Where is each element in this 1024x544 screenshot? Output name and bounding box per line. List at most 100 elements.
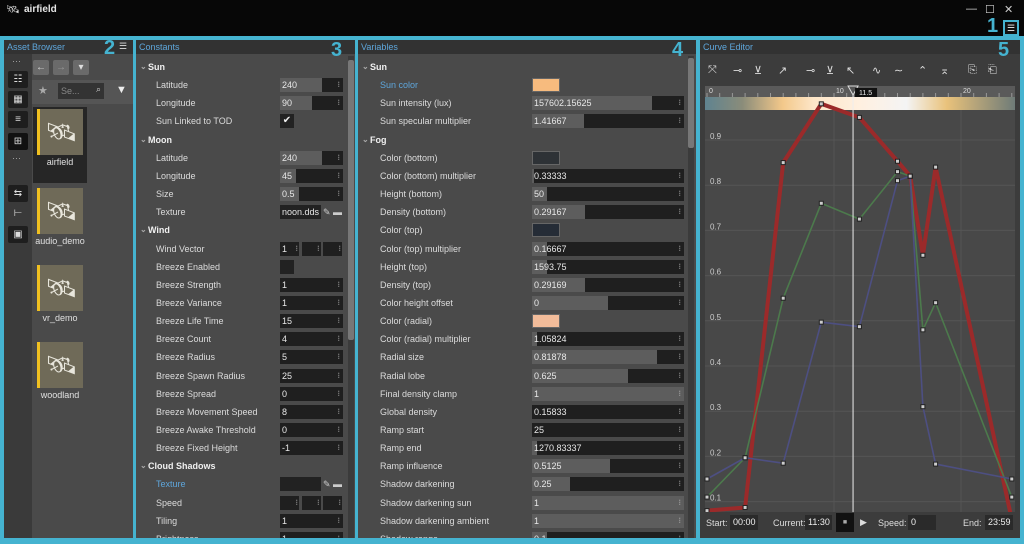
large-icons-icon[interactable]: ⊞ xyxy=(8,133,28,150)
section-header[interactable]: ⌄ Sun xyxy=(358,58,686,76)
spinner-icon[interactable]: ⁝ xyxy=(678,350,681,364)
spinner-icon[interactable]: ⁝ xyxy=(337,278,340,292)
spinner-icon[interactable]: ⁝ xyxy=(678,532,681,538)
speed-field[interactable]: 0 xyxy=(908,515,936,530)
spinner-icon[interactable]: ⁝ xyxy=(678,369,681,383)
asset-item[interactable]: 🛰 vr_demo xyxy=(33,263,87,339)
number-field[interactable]: 0 ⁝ xyxy=(280,386,343,401)
number-field[interactable]: 15 ⁝ xyxy=(280,314,343,329)
spinner-icon[interactable]: ⁝ xyxy=(337,332,340,346)
tree-icon[interactable]: ⊢ xyxy=(8,205,28,222)
sync-icon[interactable]: ⇆ xyxy=(8,185,28,202)
number-field[interactable]: 8 ⁝ xyxy=(280,404,343,419)
spinner-icon[interactable]: ⁝ xyxy=(317,242,320,256)
forward-button[interactable]: → xyxy=(53,60,69,75)
folder-icon[interactable]: ▬ xyxy=(333,203,342,221)
spinner-icon[interactable]: ⁝ xyxy=(337,405,340,419)
panel-menu-icon[interactable]: ☰ xyxy=(119,41,127,52)
number-field[interactable]: -1 ⁝ xyxy=(280,441,343,456)
section-header[interactable]: ⌄ Wind xyxy=(136,221,345,239)
spinner-icon[interactable]: ⁝ xyxy=(678,477,681,491)
checkbox[interactable] xyxy=(280,259,294,274)
number-field[interactable]: 1.41667 ⁝ xyxy=(532,114,684,129)
close-button[interactable]: ✕ xyxy=(1004,3,1013,16)
spinner-icon[interactable]: ⁝ xyxy=(295,496,298,510)
chevron-down-icon[interactable]: ⌄ xyxy=(140,221,147,239)
number-field[interactable]: 50 ⁝ xyxy=(532,187,684,202)
number-field[interactable]: 0.5 ⁝ xyxy=(280,187,343,202)
spinner-icon[interactable]: ⁝ xyxy=(678,278,681,292)
number-field[interactable]: 1⁝ xyxy=(280,277,343,292)
color-swatch[interactable] xyxy=(532,223,560,238)
folder-icon[interactable]: ▬ xyxy=(333,475,342,493)
spinner-icon[interactable]: ⁝ xyxy=(678,405,681,419)
spinner-icon[interactable]: ⁝ xyxy=(678,387,681,401)
start-field[interactable]: 00:00 xyxy=(730,515,758,530)
copy-icon[interactable]: ⎘ xyxy=(968,64,977,77)
number-field[interactable]: 90 ⁝ xyxy=(280,96,343,111)
spinner-icon[interactable]: ⁝ xyxy=(295,242,298,256)
details-icon[interactable]: ≡ xyxy=(8,111,28,128)
number-field[interactable]: 0.29167 ⁝ xyxy=(532,205,684,220)
file-field[interactable]: noon.dds xyxy=(280,205,321,220)
vector-component-field[interactable]: ⁝ xyxy=(280,495,299,510)
checkbox[interactable]: ✔ xyxy=(280,114,294,129)
number-field[interactable]: 25 ⁝ xyxy=(532,423,684,437)
spinner-icon[interactable]: ⁝ xyxy=(337,423,340,437)
spinner-icon[interactable]: ⁝ xyxy=(337,169,340,183)
number-field[interactable]: 157602.15625 ⁝ xyxy=(532,96,684,111)
asset-item[interactable]: 🛰 woodland xyxy=(33,340,87,416)
scrollbar[interactable] xyxy=(688,56,694,538)
chevron-down-icon[interactable]: ⌄ xyxy=(140,457,147,475)
section-header[interactable]: ⌄ Moon xyxy=(136,131,345,149)
search-input[interactable]: Se... ⌕ xyxy=(58,83,104,99)
insert-key-icon[interactable]: ⊻ xyxy=(754,64,762,77)
number-field[interactable]: 1593.75 ⁝ xyxy=(532,259,684,274)
section-header[interactable]: ⌄ Fog xyxy=(358,131,686,149)
add-key-down-icon[interactable]: ⊻ xyxy=(826,64,834,77)
number-field[interactable]: 25 ⁝ xyxy=(280,368,343,383)
minimize-button[interactable]: — xyxy=(966,3,977,15)
number-field[interactable]: 1⁝ xyxy=(280,531,343,538)
number-field[interactable]: 0.625 ⁝ xyxy=(532,368,684,383)
spinner-icon[interactable]: ⁝ xyxy=(678,260,681,274)
number-field[interactable]: 0.5125 ⁝ xyxy=(532,459,684,474)
section-header[interactable]: ⌄ Sun xyxy=(136,58,345,76)
spinner-icon[interactable]: ⁝ xyxy=(678,332,681,346)
edit-file-icon[interactable]: ✎ xyxy=(323,475,331,493)
star-icon[interactable]: ★ xyxy=(38,84,48,97)
spinner-icon[interactable]: ⁝ xyxy=(678,114,681,128)
spinner-icon[interactable]: ⁝ xyxy=(678,496,681,510)
number-field[interactable]: 1⁝ xyxy=(532,513,684,528)
chevron-down-icon[interactable]: ⌄ xyxy=(362,131,369,149)
spinner-icon[interactable]: ⁝ xyxy=(678,441,681,455)
spinner-icon[interactable]: ⁝ xyxy=(337,514,340,528)
number-field[interactable]: 1⁝ xyxy=(280,295,343,310)
spinner-icon[interactable]: ⁝ xyxy=(337,187,340,201)
spinner-icon[interactable]: ⁝ xyxy=(337,532,340,538)
add-key-left-icon[interactable]: ⊸ xyxy=(806,64,815,77)
back-button[interactable]: ← xyxy=(33,60,49,75)
number-field[interactable]: 0.81878 ⁝ xyxy=(532,350,684,365)
spinner-icon[interactable]: ⁝ xyxy=(338,242,341,256)
fit-icon[interactable]: ⤧ xyxy=(708,64,717,77)
number-field[interactable]: 5 ⁝ xyxy=(280,350,343,365)
number-field[interactable]: 0.25 ⁝ xyxy=(532,477,684,492)
history-dropdown[interactable]: ▾ xyxy=(73,60,89,75)
chevron-down-icon[interactable]: ⌄ xyxy=(140,58,147,76)
spinner-icon[interactable]: ⁝ xyxy=(678,205,681,219)
color-swatch[interactable] xyxy=(532,150,560,165)
peak-icon[interactable]: ⌃ xyxy=(918,64,927,77)
list-view-icon[interactable]: ☷ xyxy=(8,71,28,88)
spinner-icon[interactable]: ⁝ xyxy=(678,459,681,473)
number-field[interactable]: 1⁝ xyxy=(280,513,343,528)
end-field[interactable]: 23:59 xyxy=(985,515,1013,530)
number-field[interactable]: 240 ⁝ xyxy=(280,150,343,165)
grid-small-icon[interactable]: ▦ xyxy=(8,91,28,108)
spinner-icon[interactable]: ⁝ xyxy=(317,496,320,510)
spinner-icon[interactable]: ⁝ xyxy=(678,514,681,528)
number-field[interactable]: 0 ⁝ xyxy=(532,295,684,310)
chevron-down-icon[interactable]: ⌄ xyxy=(362,58,369,76)
section-header[interactable]: ⌄ Cloud Shadows xyxy=(136,457,345,475)
number-field[interactable]: 1270.83337 ⁝ xyxy=(532,441,684,456)
